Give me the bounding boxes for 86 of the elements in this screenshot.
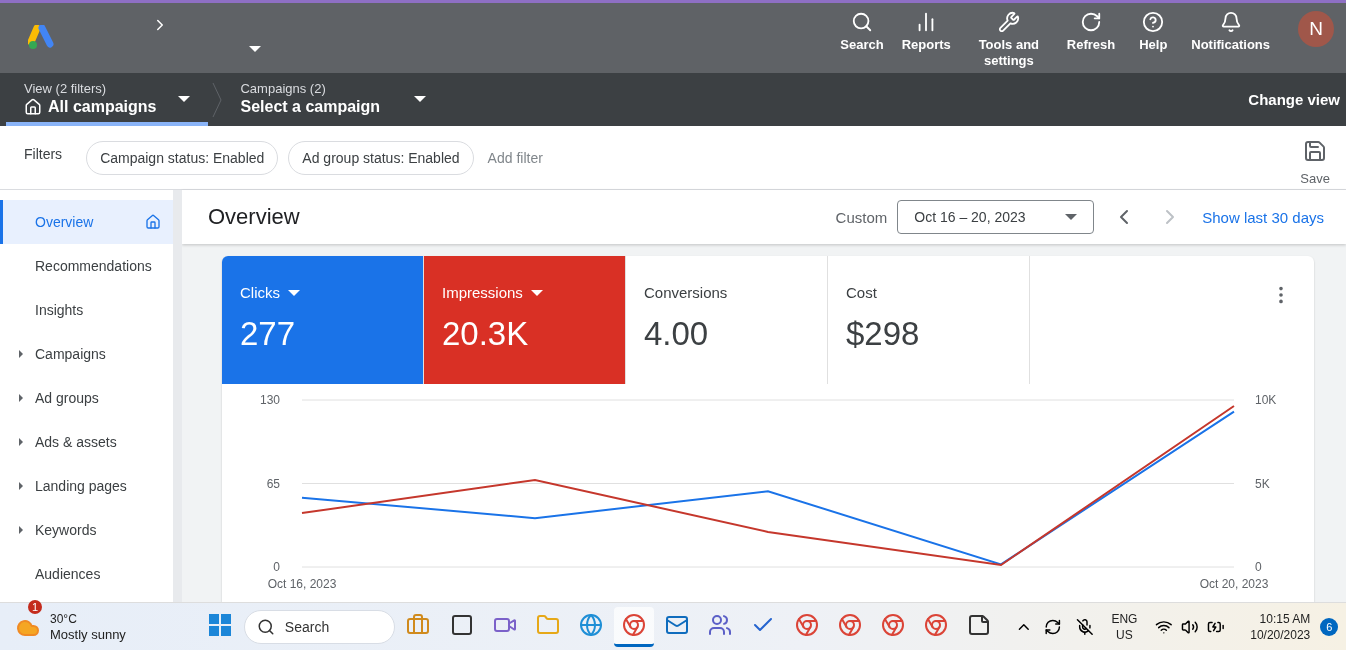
scope-picker[interactable]: Campaigns (2) Select a campaign xyxy=(222,73,445,126)
header-action-button[interactable]: Reports xyxy=(895,11,957,53)
expand-arrow-icon xyxy=(19,438,23,446)
metric-tile[interactable]: Clicks 277 xyxy=(222,256,424,384)
axis-label: 0 xyxy=(1255,560,1262,574)
change-view-button[interactable]: Change view xyxy=(1242,73,1346,126)
sync-icon[interactable] xyxy=(1044,617,1062,636)
search-icon xyxy=(256,617,275,636)
sidebar-item[interactable]: Campaigns xyxy=(0,332,173,376)
taskbar-app[interactable] xyxy=(614,606,654,647)
sidebar-item[interactable]: Ads & assets xyxy=(0,420,173,464)
clock-date[interactable]: 10/20/2023 xyxy=(1250,626,1311,643)
expand-arrow-icon xyxy=(19,350,23,358)
caret-icon xyxy=(414,95,427,102)
metric-tile[interactable]: Impressions 20.3K xyxy=(424,256,626,384)
header-action-button[interactable]: Refresh xyxy=(1060,11,1122,53)
sidebar-item[interactable]: Insights xyxy=(0,288,173,332)
range-label: Custom xyxy=(835,208,888,226)
sidebar-item[interactable]: Overview xyxy=(0,200,173,244)
axis-label: 10K xyxy=(1255,393,1277,407)
sidebar-item[interactable]: Ad groups xyxy=(0,376,173,420)
browser-icon xyxy=(794,613,819,637)
caret-icon xyxy=(178,95,191,102)
caret-icon[interactable] xyxy=(249,46,261,52)
bell-icon xyxy=(1219,11,1242,33)
help-icon xyxy=(1142,11,1165,33)
date-range-picker[interactable]: Oct 16 – 20, 2023 xyxy=(897,200,1095,234)
notification-count[interactable]: 6 xyxy=(1320,617,1339,636)
search-icon xyxy=(851,11,874,33)
caret-icon[interactable] xyxy=(530,289,543,296)
sidebar-item[interactable]: Keywords xyxy=(0,508,173,552)
breadcrumb-separator-icon xyxy=(212,81,223,118)
taskbar-search-field[interactable]: Search xyxy=(243,609,395,644)
axis-label: 5K xyxy=(1255,476,1270,491)
page-title: Overview xyxy=(208,204,300,230)
save-icon xyxy=(1303,138,1328,163)
mic-off-icon[interactable] xyxy=(1075,617,1094,636)
header-action-button[interactable]: Help xyxy=(1127,11,1180,53)
browser-icon xyxy=(923,613,948,637)
show-last-30-days-link[interactable]: Show last 30 days xyxy=(1202,208,1324,226)
sticky-note-icon xyxy=(967,613,991,637)
add-filter-link[interactable]: Add filter xyxy=(487,149,543,166)
refresh-icon xyxy=(1080,11,1103,33)
browser-icon xyxy=(622,613,646,637)
home-icon xyxy=(24,98,42,116)
temperature: 30°C xyxy=(50,610,78,627)
logo-icon xyxy=(28,25,56,51)
filters-label: Filters xyxy=(24,145,63,162)
caret-icon[interactable] xyxy=(288,289,300,296)
axis-label: Oct 20, 2023 xyxy=(1199,577,1269,591)
expand-arrow-icon xyxy=(19,526,23,534)
header-action-button[interactable]: Search xyxy=(834,11,890,53)
briefcase-icon xyxy=(406,613,431,637)
clock-time[interactable]: 10:15 AM xyxy=(1250,610,1311,627)
header-action-button[interactable]: Tools and settings xyxy=(962,11,1055,69)
axis-label: Oct 16, 2023 xyxy=(267,577,337,591)
expand-arrow-icon xyxy=(19,482,23,490)
globe-icon xyxy=(578,613,603,637)
browser-icon xyxy=(837,613,862,637)
account-avatar[interactable]: N xyxy=(1298,11,1334,47)
notification-badge: 1 xyxy=(28,599,42,614)
browser-icon xyxy=(880,613,905,637)
metric-tile[interactable]: Cost $298 xyxy=(828,256,1030,384)
wrench-icon xyxy=(997,11,1020,33)
weather-description: Mostly sunny xyxy=(50,626,127,643)
filter-chip[interactable]: Campaign status: Enabled xyxy=(86,140,279,175)
sidebar-item[interactable]: Audiences xyxy=(0,552,173,596)
save-button[interactable]: Save xyxy=(1294,128,1336,187)
home-icon xyxy=(145,214,161,230)
volume-icon[interactable] xyxy=(1181,617,1199,636)
sidebar-item[interactable]: Recommendations xyxy=(0,244,173,288)
axis-label: 130 xyxy=(259,393,280,407)
filter-chip[interactable]: Ad group status: Enabled xyxy=(288,140,474,175)
sidebar-item[interactable]: Landing pages xyxy=(0,464,173,508)
scope-picker[interactable]: View (2 filters) All campaigns xyxy=(6,73,209,126)
region[interactable]: US xyxy=(1111,626,1138,643)
header-action-button[interactable]: Notifications xyxy=(1185,11,1276,53)
window-icon xyxy=(449,613,474,637)
folder-icon xyxy=(535,613,560,637)
metric-tile[interactable]: Conversions 4.00 xyxy=(626,256,828,384)
expand-arrow-icon xyxy=(19,394,23,402)
axis-label: 65 xyxy=(266,476,280,491)
people-icon xyxy=(708,613,733,637)
mail-icon xyxy=(665,613,690,637)
language[interactable]: ENG xyxy=(1111,610,1138,627)
axis-label: 0 xyxy=(273,560,280,574)
